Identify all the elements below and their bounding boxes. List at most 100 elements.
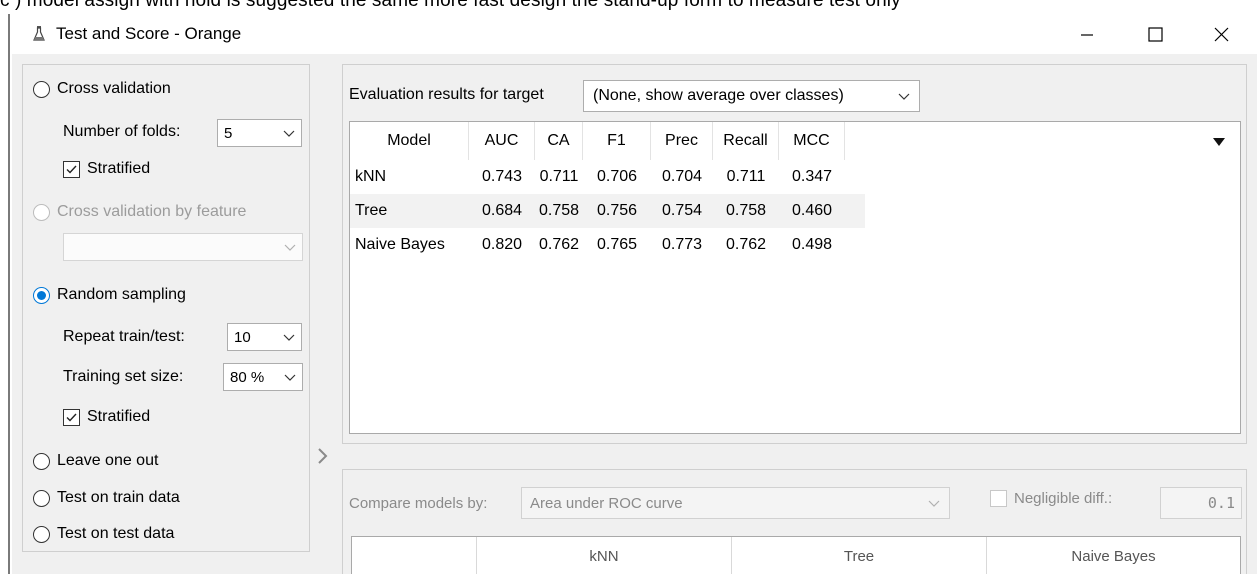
checkbox[interactable] [990, 490, 1007, 507]
table-cell: 0.762 [538, 236, 580, 253]
table-cell: 0.754 [661, 202, 703, 219]
results-table[interactable]: Model AUC CA F1 Prec Recall MCC kNN 0.74… [349, 121, 1241, 434]
chevron-right-icon[interactable] [314, 444, 332, 468]
training-size-combo[interactable]: 80 % [223, 363, 303, 391]
table-row[interactable]: Naive Bayes 0.820 0.762 0.765 0.773 0.76… [350, 228, 865, 262]
radio-label: Cross validation by feature [57, 203, 247, 220]
table-cell: 0.347 [791, 168, 833, 185]
negligible-checkbox[interactable]: Negligible diff.: [990, 490, 1112, 507]
table-cell: 0.820 [481, 236, 523, 253]
radio-button[interactable] [33, 203, 50, 221]
chevron-down-icon [928, 500, 940, 507]
table-row[interactable]: kNN 0.743 0.711 0.706 0.704 0.711 0.347 [350, 160, 865, 194]
evaluation-panel: Evaluation results for target (None, sho… [342, 64, 1247, 444]
checkbox-label: Stratified [87, 160, 151, 177]
table-header: Model AUC CA F1 Prec Recall MCC [350, 122, 865, 160]
training-size-value: 80 % [230, 368, 265, 386]
target-combo[interactable]: (None, show average over classes) [583, 80, 920, 112]
repeat-row: Repeat train/test: [63, 328, 185, 346]
compare-column-header[interactable]: Naive Bayes [987, 537, 1240, 574]
compare-panel: Compare models by: Area under ROC curve … [342, 469, 1247, 574]
table-cell: kNN [355, 168, 387, 185]
column-menu-icon[interactable] [1212, 137, 1226, 147]
table-cell: 0.743 [481, 168, 523, 185]
radio-test-on-train[interactable]: Test on train data [33, 486, 180, 510]
compare-table[interactable]: kNN Tree Naive Bayes [351, 536, 1241, 574]
table-cell: Naive Bayes [355, 236, 445, 253]
table-cell: 0.773 [661, 236, 703, 253]
radio-cross-validation-by-feature[interactable]: Cross validation by feature [33, 200, 246, 224]
radio-label: Test on test data [57, 525, 175, 542]
target-value: (None, show average over classes) [593, 87, 844, 104]
column-header[interactable]: MCC [779, 122, 845, 160]
radio-button[interactable] [33, 80, 50, 98]
compare-label: Compare models by: [349, 495, 488, 512]
folds-label: Number of folds: [63, 123, 181, 140]
table-cell: 0.762 [725, 236, 767, 253]
folds-combo[interactable]: 5 [217, 119, 302, 147]
negligible-label: Negligible diff.: [1014, 490, 1113, 507]
table-cell: 0.758 [725, 202, 767, 219]
chevron-down-icon [284, 244, 296, 251]
table-cell: 0.706 [596, 168, 638, 185]
radio-random-sampling[interactable]: Random sampling [33, 283, 186, 307]
compare-column-header[interactable]: Tree [732, 537, 987, 574]
table-cell: 0.704 [661, 168, 703, 185]
checkbox[interactable] [63, 160, 80, 178]
radio-button[interactable] [33, 489, 50, 507]
column-header[interactable]: Recall [713, 122, 779, 160]
table-cell: 0.460 [791, 202, 833, 219]
background-window-edge [0, 14, 10, 574]
minimize-icon [1081, 34, 1093, 36]
compare-value: Area under ROC curve [530, 494, 683, 512]
radio-label: Leave one out [57, 452, 159, 469]
negligible-value-field[interactable]: 0.1 [1160, 487, 1242, 519]
training-size-label: Training set size: [63, 368, 184, 385]
stratified-checkbox-2[interactable]: Stratified [63, 408, 150, 426]
table-cell: 0.711 [539, 168, 579, 185]
repeat-value: 10 [234, 328, 251, 346]
minimize-button[interactable] [1064, 14, 1110, 54]
stratified-checkbox-1[interactable]: Stratified [63, 160, 150, 178]
radio-label: Random sampling [57, 286, 186, 303]
radio-label: Cross validation [57, 80, 171, 97]
compare-column-header[interactable]: kNN [477, 537, 732, 574]
training-size-row: Training set size: [63, 368, 183, 386]
table-cell: 0.765 [596, 236, 638, 253]
radio-button-selected[interactable] [33, 286, 50, 304]
table-row[interactable]: Tree 0.684 0.758 0.756 0.754 0.758 0.460 [350, 194, 865, 228]
column-header[interactable]: CA [535, 122, 583, 160]
target-label: Evaluation results for target [349, 86, 544, 103]
radio-button[interactable] [33, 452, 50, 470]
compare-corner-header [352, 537, 477, 574]
checkbox-label: Stratified [87, 408, 151, 425]
table-cell: 0.684 [481, 202, 523, 219]
maximize-button[interactable] [1132, 14, 1178, 54]
radio-cross-validation[interactable]: Cross validation [33, 77, 171, 101]
column-header[interactable]: F1 [583, 122, 651, 160]
radio-button[interactable] [33, 525, 50, 543]
checkmark-icon [66, 413, 77, 422]
close-button[interactable] [1198, 14, 1244, 54]
folds-value: 5 [224, 124, 233, 142]
table-cell: 0.711 [726, 168, 766, 185]
chevron-down-icon [283, 334, 295, 341]
window-title: Test and Score - Orange [56, 24, 242, 43]
close-icon [1214, 27, 1229, 42]
checkbox[interactable] [63, 408, 80, 426]
repeat-combo[interactable]: 10 [227, 323, 302, 351]
title-bar[interactable]: Test and Score - Orange [12, 14, 1257, 54]
column-header[interactable]: AUC [469, 122, 535, 160]
table-cell: 0.758 [538, 202, 580, 219]
chevron-down-icon [898, 93, 910, 100]
radio-test-on-test[interactable]: Test on test data [33, 522, 174, 546]
checkmark-icon [66, 165, 77, 174]
column-header[interactable]: Prec [651, 122, 713, 160]
chevron-down-icon [283, 130, 295, 137]
radio-leave-one-out[interactable]: Leave one out [33, 449, 158, 473]
column-header[interactable]: Model [350, 122, 469, 160]
background-text-strip: c ) model assign with hold is suggested … [0, 0, 1257, 14]
background-text: c ) model assign with hold is suggested … [0, 0, 901, 11]
feature-combo[interactable] [63, 233, 303, 261]
compare-combo[interactable]: Area under ROC curve [521, 487, 950, 519]
